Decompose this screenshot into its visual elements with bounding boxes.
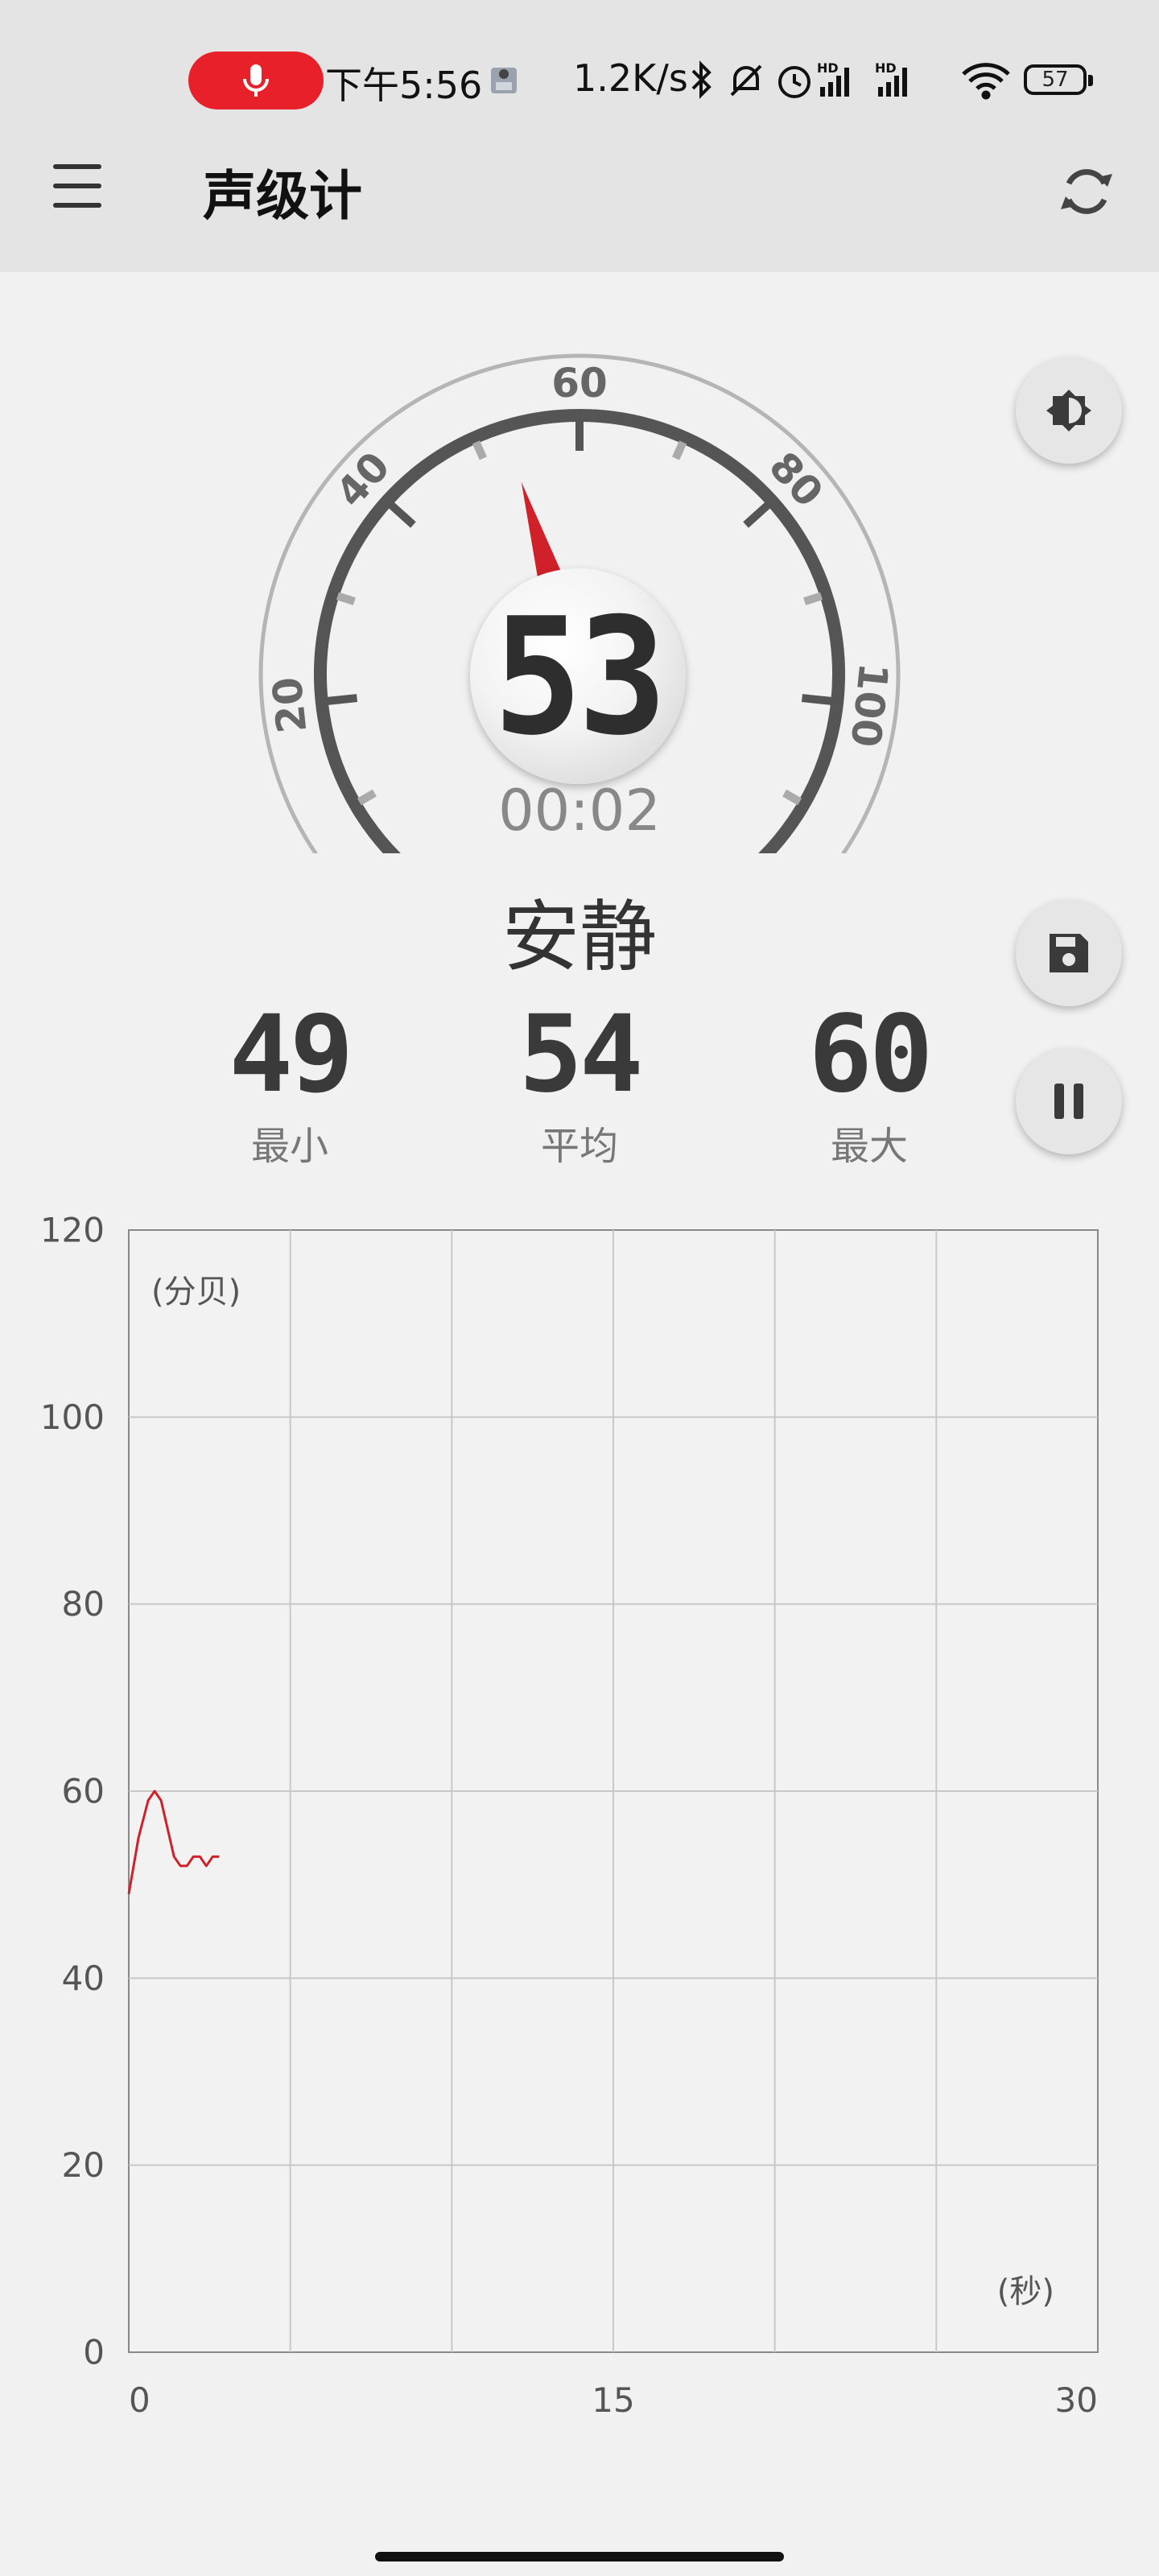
stat-max: 60 最大	[781, 998, 958, 1170]
gauge-scale-label: 60	[551, 360, 608, 407]
hd-signal-icon: HD	[817, 60, 849, 97]
gauge-minor-tick	[782, 789, 802, 806]
stat-max-label: 最大	[830, 1124, 908, 1169]
chart-y-unit-label: (分贝)	[151, 1274, 241, 1311]
gauge-scale-label: 20	[264, 675, 316, 735]
gauge-major-tick	[743, 501, 772, 528]
elapsed-time: 00:02	[498, 778, 661, 844]
save-icon	[1050, 934, 1088, 972]
hd-signal-icon: HD	[875, 60, 907, 97]
gauge-major-tick	[801, 694, 833, 706]
alarm-icon	[778, 66, 810, 98]
stat-min-value: 49	[229, 993, 354, 1117]
gauge-minor-tick	[472, 440, 487, 460]
chart-y-tick-label: 100	[40, 1397, 105, 1437]
chart-y-tick-label: 20	[62, 2145, 105, 2185]
wifi-icon	[962, 63, 1010, 100]
svg-text:HD: HD	[875, 60, 897, 76]
gauge-needle	[521, 481, 562, 580]
status-icons: HD HD	[691, 60, 1010, 100]
pause-icon	[1054, 1084, 1083, 1119]
bluetooth-icon	[691, 60, 711, 99]
app-title: 声级计	[203, 165, 362, 227]
network-speed: 1.2K/s	[573, 56, 688, 100]
svg-text:HD: HD	[817, 60, 839, 76]
gauge-scale-label: 100	[842, 661, 897, 749]
app-notification-icon	[491, 68, 517, 93]
db-history-chart: 0 20 40 60 80 100 120 0 15 30 (分贝) (秒)	[40, 1211, 1099, 2420]
noise-level-label: 安静	[502, 892, 657, 982]
gauge-minor-tick	[336, 592, 356, 605]
stat-min: 49 最小	[201, 998, 378, 1170]
brightness-button[interactable]	[1016, 357, 1122, 464]
mute-bell-icon	[730, 64, 762, 97]
gauge-major-tick	[326, 694, 358, 706]
pause-button[interactable]	[1016, 1048, 1122, 1154]
home-indicator[interactable]	[375, 2552, 784, 2562]
chart-x-tick-label: 0	[129, 2380, 151, 2420]
chart-y-tick-label: 40	[62, 1959, 105, 1998]
stat-avg: 54 平均	[491, 998, 668, 1170]
chart-y-tick-label: 120	[40, 1211, 105, 1250]
status-bar: 下午5:56 1.2K/s HD HD 57	[0, 40, 1159, 121]
gauge-minor-tick	[357, 789, 377, 806]
recording-indicator[interactable]	[188, 52, 324, 109]
brightness-icon	[1046, 390, 1091, 431]
chart-x-unit-label: (秒)	[997, 2273, 1054, 2310]
chart-x-tick-label: 30	[1055, 2380, 1098, 2420]
microphone-icon	[243, 64, 269, 97]
stat-max-value: 60	[808, 993, 934, 1117]
battery-icon: 57	[1024, 64, 1093, 95]
chart-y-tick-label: 60	[62, 1772, 105, 1811]
status-time: 下午5:56	[325, 64, 483, 107]
menu-button[interactable]	[50, 164, 106, 213]
stat-avg-value: 54	[518, 993, 644, 1117]
stat-avg-label: 平均	[540, 1124, 618, 1169]
chart-y-tick-label: 80	[62, 1584, 105, 1624]
stat-min-label: 最小	[250, 1124, 328, 1169]
chart-x-tick-label: 15	[592, 2380, 634, 2420]
gauge-major-tick	[387, 501, 416, 528]
chart-y-tick-label: 0	[83, 2333, 105, 2372]
gauge-minor-tick	[803, 592, 823, 605]
refresh-icon[interactable]	[1054, 159, 1119, 224]
gauge-minor-tick	[672, 440, 687, 460]
current-db-reading: 53	[493, 584, 667, 771]
save-button[interactable]	[1016, 900, 1122, 1006]
